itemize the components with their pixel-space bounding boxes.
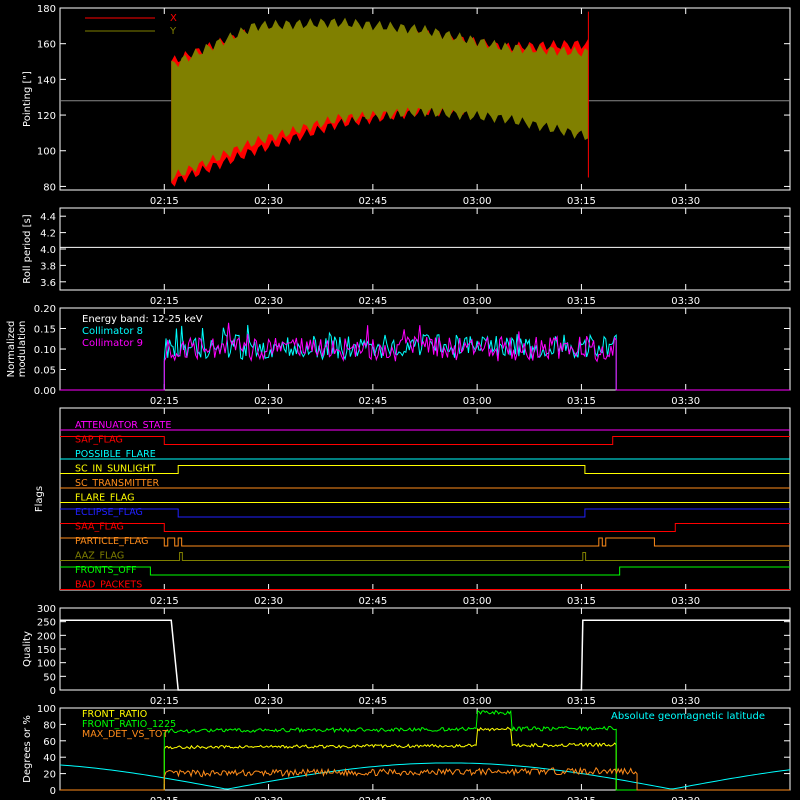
pointing-xtick-label-2: 02:45	[358, 196, 387, 207]
modulation-legend-label-0: Collimator 8	[82, 326, 143, 337]
flag-label-sc_in_sunlight: SC_IN_SUNLIGHT	[75, 464, 156, 475]
flag-label-sc_transmitter: SC_TRANSMITTER	[75, 478, 160, 489]
modulation-ytick-label-2: 0.10	[34, 345, 56, 356]
flag-label-eclipse_flag: ECLIPSE_FLAG	[75, 507, 143, 518]
roll-ytick-label-0: 3.6	[40, 278, 56, 289]
modulation-ytick-label-4: 0.20	[34, 304, 56, 315]
ratios-xtick-label-1: 02:30	[254, 796, 283, 800]
quality-xtick-label-3: 03:00	[463, 696, 492, 707]
quality-xtick-label-5: 03:30	[671, 696, 700, 707]
ratios-ytick-label-2: 40	[43, 753, 56, 764]
pointing-legend-label-1: Y	[169, 26, 177, 37]
ratios-ytick-label-3: 60	[43, 737, 56, 748]
modulation-ylabel-1: modulation	[17, 321, 28, 378]
flags-ylabel: Flags	[34, 486, 45, 512]
quality-ytick-label-0: 0	[50, 686, 56, 697]
pointing-ytick-label-5: 180	[37, 4, 56, 15]
roll-xtick-label-4: 03:15	[567, 296, 596, 307]
pointing-ytick-label-2: 120	[37, 111, 56, 122]
modulation-legend-label-1: Collimator 9	[82, 338, 143, 349]
flag-label-aaz_flag: AAZ_FLAG	[75, 551, 124, 562]
pointing-ytick-label-3: 140	[37, 75, 56, 86]
pointing-xtick-label-5: 03:30	[671, 196, 700, 207]
roll-xtick-label-1: 02:30	[254, 296, 283, 307]
ratios-ytick-label-1: 20	[43, 770, 56, 781]
roll-xtick-label-0: 02:15	[150, 296, 179, 307]
ratios-annotation-latitude: Absolute geomagnetic latitude	[611, 711, 765, 722]
quality-ytick-label-1: 50	[43, 672, 56, 683]
quality-ytick-label-6: 300	[37, 604, 56, 615]
pointing-xtick-label-0: 02:15	[150, 196, 179, 207]
modulation-xtick-label-5: 03:30	[671, 396, 700, 407]
ratios-xtick-label-3: 03:00	[463, 796, 492, 800]
flags-xtick-label-2: 02:45	[358, 596, 387, 607]
pointing-ytick-label-1: 100	[37, 147, 56, 158]
modulation-xtick-label-4: 03:15	[567, 396, 596, 407]
roll-ytick-label-3: 4.2	[40, 229, 56, 240]
roll-ytick-label-2: 4.0	[40, 245, 56, 256]
ratios-xtick-label-5: 03:30	[671, 796, 700, 800]
quality-ytick-label-5: 250	[37, 618, 56, 629]
pointing-ytick-label-0: 80	[43, 182, 56, 193]
flag-label-particle_flag: PARTICLE_FLAG	[75, 536, 148, 547]
roll-xtick-label-2: 02:45	[358, 296, 387, 307]
ratios-ytick-label-5: 100	[37, 704, 56, 715]
flag-label-fronts_off: FRONTS_OFF	[75, 565, 137, 576]
ratios-xtick-label-4: 03:15	[567, 796, 596, 800]
ratios-ytick-label-0: 0	[50, 786, 56, 797]
flags-xtick-label-0: 02:15	[150, 596, 179, 607]
pointing-ytick-label-4: 160	[37, 40, 56, 51]
modulation-ytick-label-3: 0.15	[34, 325, 56, 336]
roll-ytick-label-1: 3.8	[40, 261, 56, 272]
flags-xtick-label-3: 03:00	[463, 596, 492, 607]
ratios-xtick-label-0: 02:15	[150, 796, 179, 800]
modulation-xtick-label-0: 02:15	[150, 396, 179, 407]
flag-label-saa_flag: SAA_FLAG	[75, 522, 124, 533]
ratios-legend-label-2: MAX_DET_VS_TOT	[82, 729, 168, 740]
figure: 02:15 02:30 02:45 03:00 03:15 03:30 80 100 120 14…	[0, 0, 800, 800]
quality-xtick-label-1: 02:30	[254, 696, 283, 707]
ratios-ytick-label-4: 80	[43, 720, 56, 731]
pointing-xtick-label-4: 03:15	[567, 196, 596, 207]
pointing-ylabel: Pointing ["]	[22, 71, 33, 127]
quality-ylabel: Quality	[22, 631, 33, 667]
roll-ylabel: Roll period [s]	[22, 214, 33, 283]
modulation-annotation: Energy band: 12-25 keV	[82, 314, 203, 325]
roll-ytick-label-4: 4.4	[40, 212, 56, 223]
modulation-ytick-label-1: 0.05	[34, 366, 56, 377]
quality-ytick-label-2: 100	[37, 659, 56, 670]
quality-ytick-label-3: 150	[37, 645, 56, 656]
flag-label-sap_flag: SAP_FLAG	[75, 435, 123, 446]
roll-xtick-label-5: 03:30	[671, 296, 700, 307]
ratios-ylabel: Degrees or %	[22, 715, 33, 783]
modulation-xtick-label-1: 02:30	[254, 396, 283, 407]
quality-xtick-label-2: 02:45	[358, 696, 387, 707]
flag-label-flare_flag: FLARE_FLAG	[75, 493, 135, 504]
quality-xtick-label-4: 03:15	[567, 696, 596, 707]
flag-label-attenuator_state: ATTENUATOR_STATE	[75, 420, 171, 431]
pointing-xtick-label-1: 02:30	[254, 196, 283, 207]
ratios-xtick-label-2: 02:45	[358, 796, 387, 800]
modulation-xtick-label-2: 02:45	[358, 396, 387, 407]
quality-ytick-label-4: 200	[37, 631, 56, 642]
flags-xtick-label-5: 03:30	[671, 596, 700, 607]
modulation-ylabel-0: Normalized	[6, 321, 17, 378]
flag-label-bad_packets: BAD_PACKETS	[75, 580, 142, 591]
modulation-xtick-label-3: 03:00	[463, 396, 492, 407]
pointing-xtick-label-3: 03:00	[463, 196, 492, 207]
roll-xtick-label-3: 03:00	[463, 296, 492, 307]
flags-xtick-label-4: 03:15	[567, 596, 596, 607]
modulation-ytick-label-0: 0.00	[34, 386, 56, 397]
flag-label-possible_flare: POSSIBLE_FLARE	[75, 449, 156, 460]
quality-xtick-label-0: 02:15	[150, 696, 179, 707]
pointing-legend-label-0: X	[170, 13, 177, 24]
flags-xtick-label-1: 02:30	[254, 596, 283, 607]
